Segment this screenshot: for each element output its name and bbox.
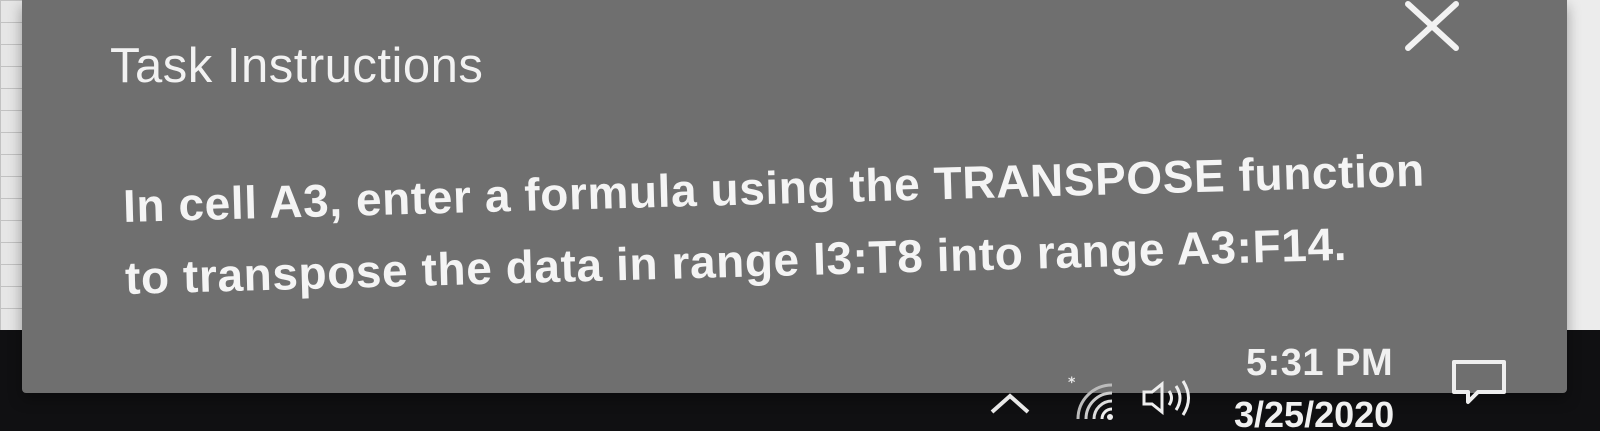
panel-title: Task Instructions (110, 39, 484, 93)
system-tray: * 5:31 PM 3/25/2020 (0, 330, 1600, 431)
instruction-text: In cell A3, enter a formula using the TR… (122, 131, 1525, 314)
action-center-button[interactable] (1450, 358, 1508, 413)
close-button[interactable] (1400, 0, 1464, 54)
network-icon: * (1068, 375, 1113, 420)
volume-icon (1142, 380, 1190, 416)
show-hidden-icons-button[interactable] (988, 392, 1032, 421)
volume-button[interactable] (1140, 378, 1196, 423)
svg-text:*: * (1068, 375, 1076, 391)
clock-time[interactable]: 5:31 PM (1246, 342, 1393, 385)
chevron-up-icon (990, 393, 1030, 414)
close-icon (1405, 1, 1459, 51)
screen: Task Instructions In cell A3, enter a fo… (0, 0, 1600, 431)
clock-date[interactable]: 3/25/2020 (1234, 394, 1394, 431)
network-button[interactable]: * (1068, 375, 1118, 430)
action-center-icon (1452, 360, 1506, 404)
